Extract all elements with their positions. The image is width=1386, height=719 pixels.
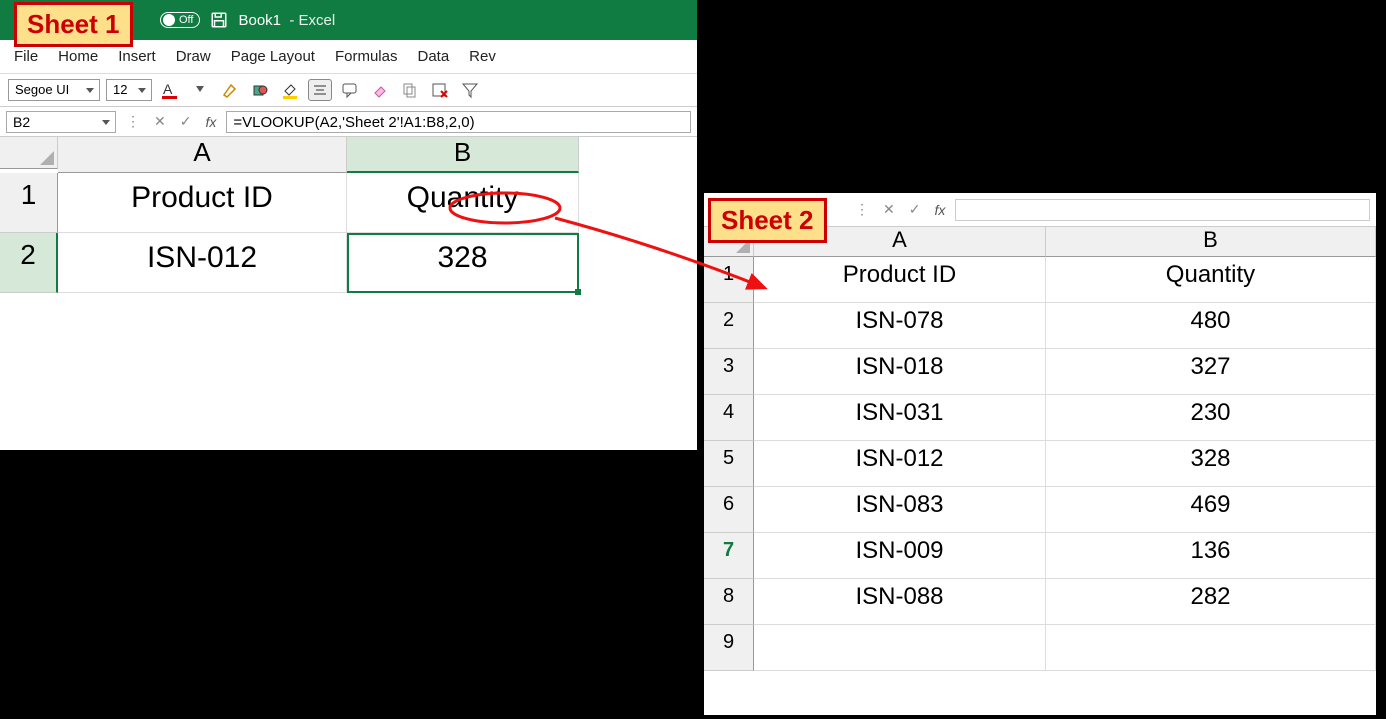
tab-home[interactable]: Home (58, 48, 98, 65)
save-icon[interactable] (210, 11, 228, 29)
cell-A1[interactable]: Product ID (58, 173, 347, 233)
autosave-label: Off (179, 14, 193, 26)
comment-button[interactable] (338, 79, 362, 101)
cell-B4[interactable]: 230 (1046, 395, 1376, 441)
formula-input[interactable] (955, 199, 1370, 221)
cell-B1[interactable]: Quantity (1046, 257, 1376, 303)
row-header-8[interactable]: 8 (704, 579, 754, 625)
font-color-button[interactable]: A (158, 79, 182, 101)
fx-icon[interactable]: fx (930, 202, 949, 218)
row-header-4[interactable]: 4 (704, 395, 754, 441)
row-3: 3 ISN-018 327 (704, 349, 1376, 395)
cancel-formula-button[interactable]: ✕ (150, 113, 170, 130)
name-box[interactable]: B2 (6, 111, 116, 133)
row-header-5[interactable]: 5 (704, 441, 754, 487)
separator-icon: ⋮ (851, 201, 873, 218)
col-header-B[interactable]: B (1046, 227, 1376, 257)
cell-A3[interactable]: ISN-018 (754, 349, 1046, 395)
tab-formulas[interactable]: Formulas (335, 48, 398, 65)
formula-input[interactable]: =VLOOKUP(A2,'Sheet 2'!A1:B8,2,0) (226, 111, 691, 133)
cell-B9[interactable] (1046, 625, 1376, 671)
cell-B7[interactable]: 136 (1046, 533, 1376, 579)
eraser-button[interactable] (368, 79, 392, 101)
tab-page-layout[interactable]: Page Layout (231, 48, 315, 65)
cell-B6[interactable]: 469 (1046, 487, 1376, 533)
cell-A4[interactable]: ISN-031 (754, 395, 1046, 441)
row-5: 5 ISN-012 328 (704, 441, 1376, 487)
row-9: 9 (704, 625, 1376, 671)
svg-text:A: A (163, 81, 173, 97)
toggle-knob (163, 14, 175, 26)
row-header-7[interactable]: 7 (704, 533, 754, 579)
cell-B5[interactable]: 328 (1046, 441, 1376, 487)
delete-sheet-button[interactable] (428, 79, 452, 101)
cell-B3[interactable]: 327 (1046, 349, 1376, 395)
cell-A8[interactable]: ISN-088 (754, 579, 1046, 625)
annotation-arrow (430, 186, 820, 316)
cancel-formula-button[interactable]: ✕ (879, 201, 899, 218)
tab-insert[interactable]: Insert (118, 48, 156, 65)
row-header-2[interactable]: 2 (0, 233, 58, 293)
tab-data[interactable]: Data (417, 48, 449, 65)
tab-file[interactable]: File (14, 48, 38, 65)
highlight-button[interactable] (218, 79, 242, 101)
copy-button[interactable] (398, 79, 422, 101)
fill-color-button[interactable] (278, 79, 302, 101)
cell-B8[interactable]: 282 (1046, 579, 1376, 625)
cell-B2[interactable]: 480 (1046, 303, 1376, 349)
row-header-9[interactable]: 9 (704, 625, 754, 671)
cell-A7[interactable]: ISN-009 (754, 533, 1046, 579)
col-header-B[interactable]: B (347, 137, 579, 173)
formula-bar: B2 ⋮ ✕ ✓ fx =VLOOKUP(A2,'Sheet 2'!A1:B8,… (0, 107, 697, 137)
separator-icon: ⋮ (122, 113, 144, 130)
row-6: 6 ISN-083 469 (704, 487, 1376, 533)
row-header-6[interactable]: 6 (704, 487, 754, 533)
filter-button[interactable] (458, 79, 482, 101)
shapes-button[interactable] (248, 79, 272, 101)
font-size-select[interactable]: 12 (106, 79, 152, 101)
row-4: 4 ISN-031 230 (704, 395, 1376, 441)
row-header-3[interactable]: 3 (704, 349, 754, 395)
cell-A2[interactable]: ISN-012 (58, 233, 347, 293)
fx-icon[interactable]: fx (201, 114, 220, 130)
autosave-toggle[interactable]: Off (160, 12, 200, 28)
row-8: 8 ISN-088 282 (704, 579, 1376, 625)
app-title: Book1 - Excel (238, 12, 335, 29)
row-7: 7 ISN-009 136 (704, 533, 1376, 579)
ribbon-toolbar: Segoe UI 12 A (0, 74, 697, 107)
accept-formula-button[interactable]: ✓ (905, 201, 925, 218)
tab-review[interactable]: Rev (469, 48, 496, 65)
font-family-select[interactable]: Segoe UI (8, 79, 100, 101)
align-center-button[interactable] (308, 79, 332, 101)
dropdown-icon[interactable] (188, 79, 212, 101)
cell-A5[interactable]: ISN-012 (754, 441, 1046, 487)
col-header-A[interactable]: A (58, 137, 347, 173)
column-header-row: A B (0, 137, 697, 173)
cell-A9[interactable] (754, 625, 1046, 671)
select-all-corner[interactable] (0, 137, 58, 169)
row-header-1[interactable]: 1 (0, 173, 58, 233)
tab-draw[interactable]: Draw (176, 48, 211, 65)
cell-A6[interactable]: ISN-083 (754, 487, 1046, 533)
annotation-badge-sheet1: Sheet 1 (14, 2, 133, 47)
accept-formula-button[interactable]: ✓ (176, 113, 196, 130)
